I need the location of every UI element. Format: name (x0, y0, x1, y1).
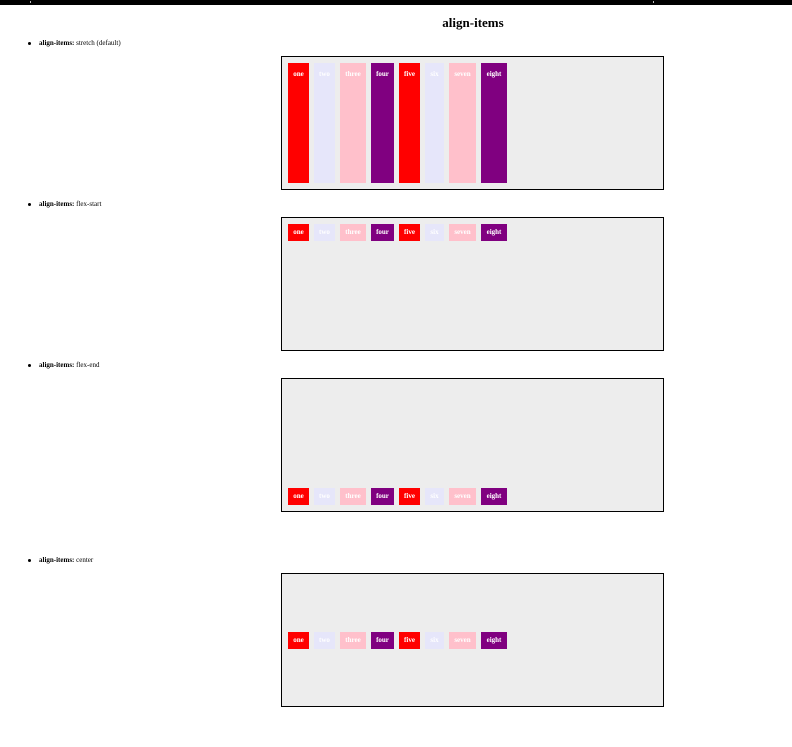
flex-item: six (425, 488, 444, 505)
section-prop: align-items: (39, 39, 75, 47)
flex-item: seven (449, 488, 476, 505)
flex-item: six (425, 224, 444, 241)
flex-item: two (314, 631, 335, 649)
section-label-stretch: align-items: stretch (default) (28, 39, 121, 48)
section-label-flex-end: align-items: flex-end (28, 361, 100, 370)
flex-item: eight (481, 224, 507, 241)
flex-item: eight (481, 63, 507, 183)
bullet (28, 559, 31, 562)
section-prop: align-items: (39, 556, 75, 564)
flex-container-stretch: one two three four five six seven eight (281, 56, 664, 190)
flex-item: eight (481, 488, 507, 505)
flex-item: one (288, 63, 309, 183)
flex-item: six (425, 631, 444, 649)
flex-item: seven (449, 224, 476, 241)
section-label-center: align-items: center (28, 556, 94, 565)
top-bar-speck (30, 1, 31, 3)
section-value: flex-start (76, 200, 102, 208)
flex-item: four (371, 488, 394, 505)
section-label-flex-start: align-items: flex-start (28, 200, 102, 209)
flex-item: four (371, 63, 394, 183)
flex-container-flex-start: one two three four five six seven eight (281, 217, 664, 351)
flex-item: three (340, 63, 366, 183)
section-value: flex-end (76, 361, 100, 369)
flex-item: one (288, 488, 309, 505)
flex-item: two (314, 488, 335, 505)
section-prop: align-items: (39, 361, 75, 369)
flex-item: three (340, 224, 366, 241)
flex-item: one (288, 224, 309, 241)
bullet (28, 42, 31, 45)
flex-item: seven (449, 63, 476, 183)
flex-item: two (314, 63, 335, 183)
flex-container-center: one two three four five six seven eight (281, 573, 664, 707)
page-title: align-items (442, 15, 504, 30)
flex-item: five (399, 63, 420, 183)
flex-container-flex-end: one two three four five six seven eight (281, 378, 664, 512)
flex-item: two (314, 224, 335, 241)
flex-item: three (340, 488, 366, 505)
section-value: stretch (default) (76, 39, 121, 47)
section-value: center (76, 556, 94, 564)
section-prop: align-items: (39, 200, 75, 208)
flex-item: one (288, 631, 309, 649)
flex-item: eight (481, 631, 507, 649)
flex-item: five (399, 488, 420, 505)
top-bar-speck (653, 1, 654, 3)
top-bar (0, 0, 792, 5)
flex-item: five (399, 631, 420, 649)
bullet (28, 203, 31, 206)
flex-item: seven (449, 631, 476, 649)
flex-item: four (371, 224, 394, 241)
flex-item: five (399, 224, 420, 241)
flex-item: three (340, 631, 366, 649)
bullet (28, 364, 31, 367)
flex-item: four (371, 631, 394, 649)
flex-item: six (425, 63, 444, 183)
